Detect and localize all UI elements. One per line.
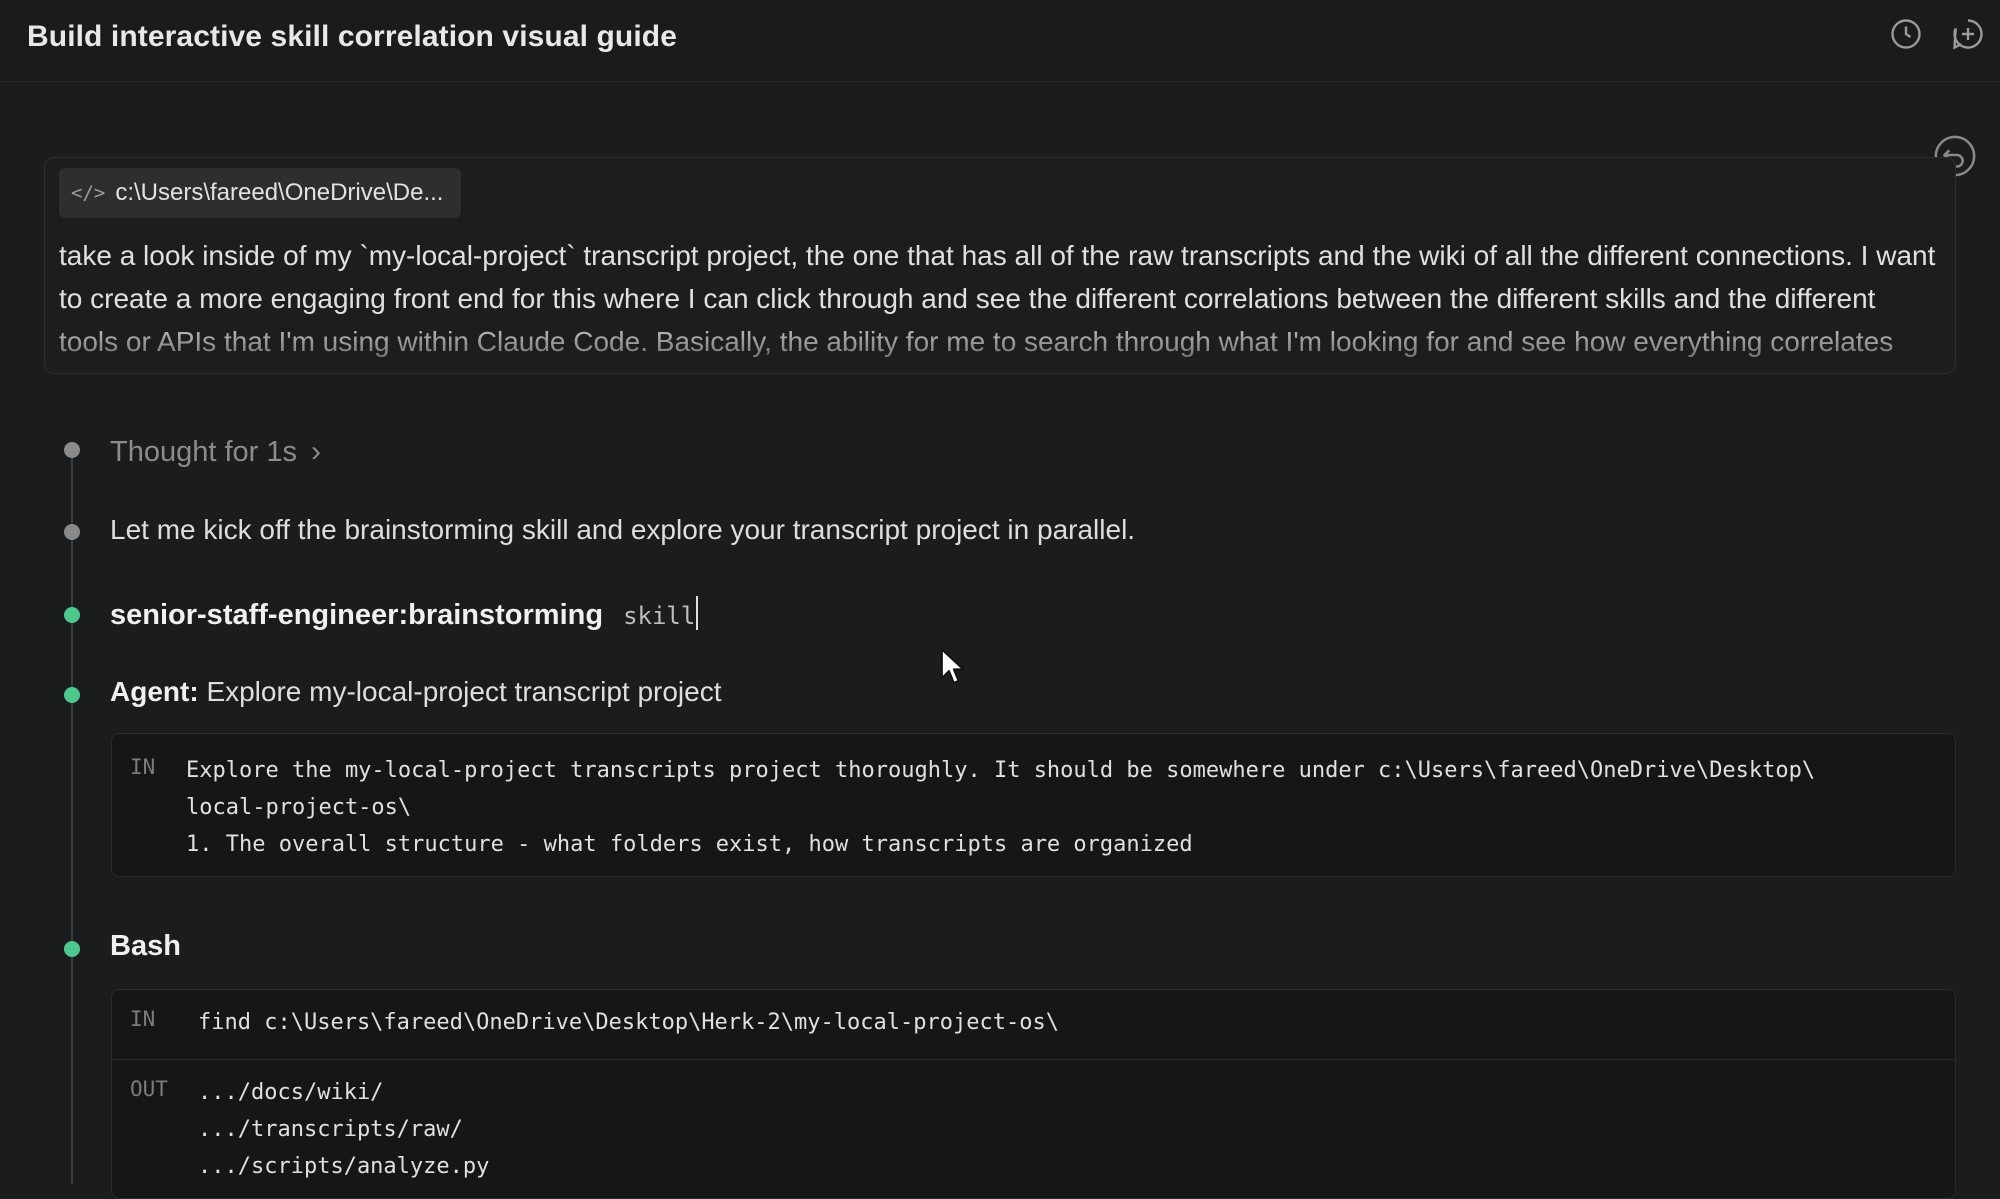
message-dot: [64, 524, 80, 540]
skill-step[interactable]: senior-staff-engineer:brainstorming skill: [110, 596, 699, 632]
bash-command: find c:\Users\fareed\OneDrive\Desktop\He…: [198, 1010, 1059, 1035]
title-bar: Build interactive skill correlation visu…: [0, 0, 2000, 82]
bash-block: IN find c:\Users\fareed\OneDrive\Desktop…: [111, 989, 1956, 1199]
assistant-message: Let me kick off the brainstorming skill …: [110, 514, 1136, 545]
agent-label: Agent:: [110, 676, 199, 707]
user-prompt-box: </> c:\Users\fareed\OneDrive\De... take …: [44, 157, 1956, 374]
thought-label: Thought for 1s: [110, 435, 297, 468]
skill-tag: skill: [623, 602, 696, 630]
bash-output: .../docs/wiki/ .../transcripts/raw/ .../…: [198, 1080, 490, 1179]
skill-name: senior-staff-engineer:brainstorming: [110, 599, 604, 631]
timeline-line: [71, 455, 73, 1184]
file-chip[interactable]: </> c:\Users\fareed\OneDrive\De...: [59, 168, 462, 218]
clock-icon[interactable]: [1886, 14, 1926, 54]
thought-dot: [64, 442, 80, 458]
bash-label[interactable]: Bash: [110, 930, 181, 963]
agent-step[interactable]: Agent: Explore my-local-project transcri…: [110, 676, 722, 708]
thought-toggle[interactable]: Thought for 1s ›: [110, 435, 321, 469]
skill-status-dot: [64, 607, 80, 623]
in-tag: IN: [130, 1007, 156, 1031]
file-chip-path: c:\Users\fareed\OneDrive\De...: [115, 179, 444, 206]
conversation-title: Build interactive skill correlation visu…: [27, 20, 677, 53]
code-icon: </>: [71, 182, 106, 204]
text-caret: [696, 596, 699, 630]
prompt-text: take a look inside of my `my-local-proje…: [59, 240, 1936, 357]
agent-status-dot: [64, 687, 80, 703]
chevron-right-icon: ›: [311, 435, 321, 468]
agent-description: Explore my-local-project transcript proj…: [206, 676, 722, 707]
agent-input-block: IN Explore the my-local-project transcri…: [111, 733, 1956, 877]
divider: [112, 1059, 1955, 1060]
bash-status-dot: [64, 941, 80, 957]
agent-input-text: Explore the my-local-project transcripts…: [186, 758, 1816, 857]
out-tag: OUT: [130, 1077, 168, 1101]
plus-circle-icon[interactable]: [1948, 14, 1988, 54]
mouse-cursor-icon: [940, 648, 965, 684]
in-tag: IN: [130, 755, 156, 779]
